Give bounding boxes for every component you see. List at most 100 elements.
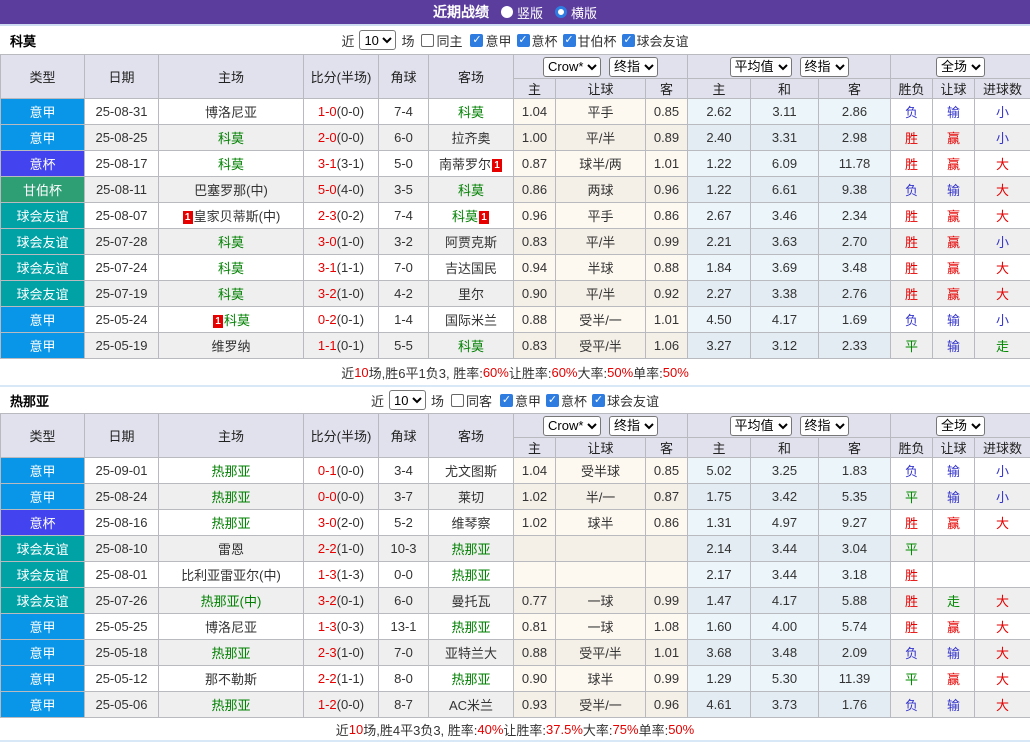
crow-odds-cell: 0.92: [646, 281, 688, 307]
match-row: 意甲25-08-31博洛尼亚1-0(0-0)7-4科莫1.04平手0.852.6…: [1, 99, 1030, 125]
type-cell: 意甲: [1, 333, 85, 359]
checkbox-icon[interactable]: ✓: [470, 34, 483, 47]
avg-select[interactable]: 平均值: [730, 57, 792, 77]
corner-cell: 13-1: [379, 614, 429, 640]
result-cell: 输: [933, 99, 975, 125]
crow-odds-cell: 0.90: [514, 281, 556, 307]
radio-icon[interactable]: [501, 6, 513, 18]
crow-odds-cell: 球半: [556, 666, 646, 692]
home-team-cell: 1皇家贝蒂斯(中): [159, 203, 304, 229]
match-row: 意甲25-08-24热那亚0-0(0-0)3-7莱切1.02半/一0.871.7…: [1, 484, 1030, 510]
final-odds-select[interactable]: 终指: [609, 416, 658, 436]
scope-select[interactable]: 全场: [936, 57, 985, 77]
checkbox-icon[interactable]: ✓: [546, 394, 559, 407]
recent-count-select[interactable]: 10: [389, 390, 426, 410]
league-filter-checkbox[interactable]: ✓甘伯杯: [563, 31, 617, 50]
checkbox-icon[interactable]: ✓: [592, 394, 605, 407]
avg-odds-cell: 2.09: [819, 640, 891, 666]
result-cell: 胜: [891, 588, 933, 614]
checkbox-icon[interactable]: ✓: [517, 34, 530, 47]
avg-odds-cell: 1.69: [819, 307, 891, 333]
home-team-cell: 巴塞罗那(中): [159, 177, 304, 203]
col-crow-handicap: 让球: [556, 79, 646, 99]
result-cell: 小: [975, 307, 1030, 333]
type-cell: 意甲: [1, 125, 85, 151]
col-result: 胜负: [891, 438, 933, 458]
crow-select[interactable]: Crow*: [543, 416, 601, 436]
col-handicap-result: 让球: [933, 438, 975, 458]
avg-odds-cell: 2.33: [819, 333, 891, 359]
avg-select[interactable]: 平均值: [730, 416, 792, 436]
crow-odds-cell: 1.02: [514, 484, 556, 510]
result-cell: 输: [933, 640, 975, 666]
score-cell: 1-3(1-3): [304, 562, 379, 588]
results-table-genoa: 类型 日期 主场 比分(半场) 角球 客场 Crow* 终指 平均值 终指 全场…: [0, 413, 1030, 718]
avg-odds-cell: 4.17: [751, 307, 819, 333]
crow-odds-cell: 0.87: [646, 484, 688, 510]
crow-odds-cell: 0.86: [514, 177, 556, 203]
away-team-cell: 里尔: [429, 281, 514, 307]
radio-icon[interactable]: [555, 6, 567, 18]
result-cell: 平: [891, 536, 933, 562]
crow-odds-cell: 半球: [556, 255, 646, 281]
league-filter-checkbox[interactable]: ✓意甲: [500, 391, 541, 410]
checkbox-icon[interactable]: [451, 394, 464, 407]
league-filter-checkbox[interactable]: ✓意甲: [470, 31, 511, 50]
crow-odds-cell: 0.96: [646, 692, 688, 718]
checkbox-icon[interactable]: ✓: [500, 394, 513, 407]
result-cell: 胜: [891, 151, 933, 177]
corner-cell: 7-0: [379, 640, 429, 666]
crow-odds-cell: 0.96: [514, 203, 556, 229]
final-odds-select[interactable]: 终指: [609, 57, 658, 77]
layout-radio-horizontal[interactable]: 横版: [555, 3, 597, 22]
checkbox-icon[interactable]: [421, 34, 434, 47]
crow-odds-cell: 0.87: [514, 151, 556, 177]
checkbox-icon[interactable]: ✓: [563, 34, 576, 47]
final-odds-select-2[interactable]: 终指: [800, 57, 849, 77]
match-row: 意甲25-05-25博洛尼亚1-3(0-3)13-1热那亚0.81一球1.081…: [1, 614, 1030, 640]
date-cell: 25-05-19: [85, 333, 159, 359]
corner-cell: 6-0: [379, 125, 429, 151]
same-venue-checkbox[interactable]: 同客: [451, 391, 492, 410]
avg-odds-cell: 3.38: [751, 281, 819, 307]
checkbox-icon[interactable]: ✓: [622, 34, 635, 47]
date-cell: 25-08-11: [85, 177, 159, 203]
league-filter-checkbox[interactable]: ✓意杯: [546, 391, 587, 410]
final-odds-select-2[interactable]: 终指: [800, 416, 849, 436]
score-cell: 3-0(2-0): [304, 510, 379, 536]
layout-radio-vertical[interactable]: 竖版: [501, 3, 543, 22]
avg-odds-cell: 4.00: [751, 614, 819, 640]
result-cell: 小: [975, 458, 1030, 484]
avg-odds-cell: 3.11: [751, 99, 819, 125]
score-cell: 5-0(4-0): [304, 177, 379, 203]
result-cell: 大: [975, 640, 1030, 666]
league-filter-checkbox[interactable]: ✓意杯: [517, 31, 558, 50]
summary-line: 近10场,胜4平3负3, 胜率:40% 让胜率:37.5% 大率:75% 单率:…: [0, 718, 1030, 742]
recent-count-select[interactable]: 10: [359, 30, 396, 50]
avg-odds-cell: 1.22: [688, 151, 751, 177]
team-name: 科莫: [10, 31, 36, 50]
scope-select[interactable]: 全场: [936, 416, 985, 436]
col-score: 比分(半场): [304, 414, 379, 458]
col-home: 主场: [159, 55, 304, 99]
crow-odds-cell: 1.01: [646, 307, 688, 333]
league-filter-checkbox[interactable]: ✓球会友谊: [622, 31, 689, 50]
result-cell: [975, 562, 1030, 588]
same-venue-checkbox[interactable]: 同主: [421, 31, 462, 50]
home-team-cell: 科莫: [159, 125, 304, 151]
score-cell: 0-0(0-0): [304, 484, 379, 510]
type-cell: 球会友谊: [1, 562, 85, 588]
result-cell: 赢: [933, 229, 975, 255]
team-band: 科莫 近 10 场 同主 ✓意甲✓意杯✓甘伯杯✓球会友谊: [0, 26, 1030, 54]
date-cell: 25-08-17: [85, 151, 159, 177]
crow-odds-cell: 平手: [556, 203, 646, 229]
away-team-cell: 拉齐奥: [429, 125, 514, 151]
avg-odds-cell: 4.17: [751, 588, 819, 614]
crow-select[interactable]: Crow*: [543, 57, 601, 77]
league-filter-checkbox[interactable]: ✓球会友谊: [592, 391, 659, 410]
crow-odds-cell: 0.93: [514, 692, 556, 718]
match-row: 意甲25-05-19维罗纳1-1(0-1)5-5科莫0.83受平/半1.063.…: [1, 333, 1030, 359]
date-cell: 25-05-12: [85, 666, 159, 692]
result-cell: 大: [975, 151, 1030, 177]
date-cell: 25-07-19: [85, 281, 159, 307]
